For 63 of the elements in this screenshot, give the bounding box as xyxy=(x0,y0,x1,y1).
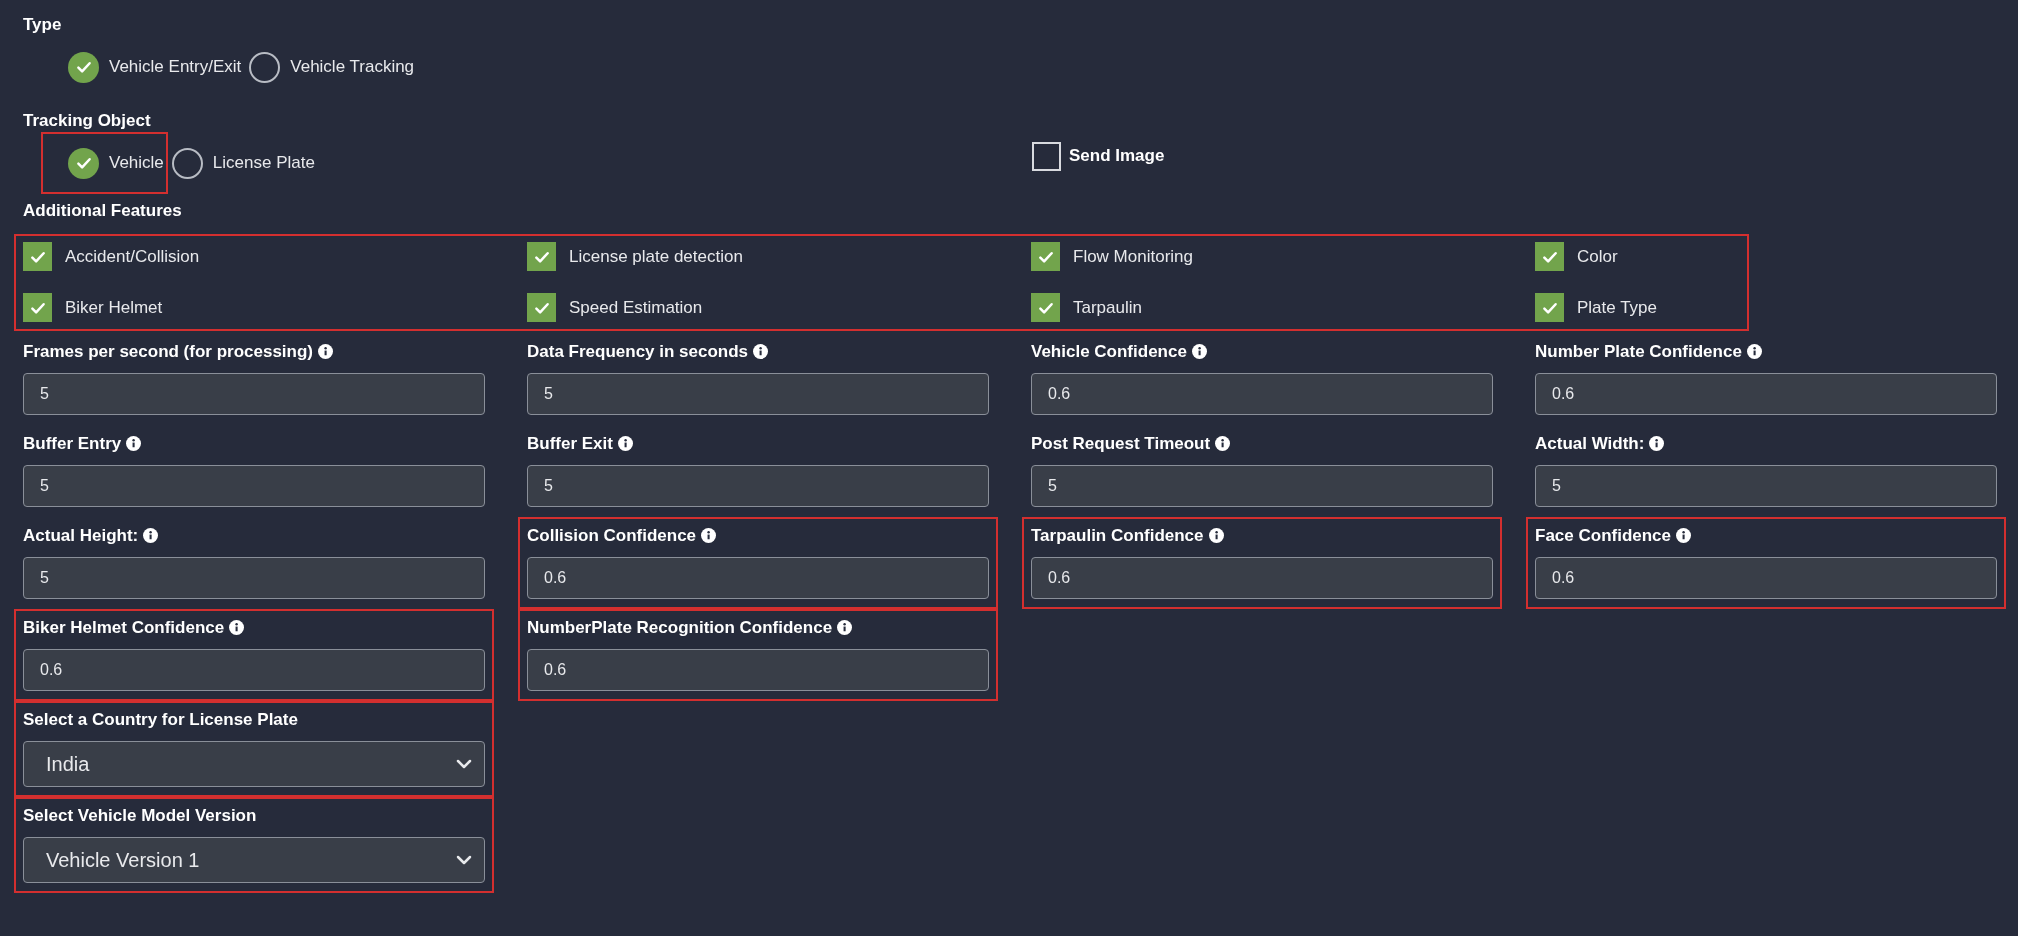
checkbox[interactable] xyxy=(527,242,556,271)
checkbox[interactable] xyxy=(1535,293,1564,322)
checkbox[interactable] xyxy=(527,293,556,322)
field-label: Post Request Timeout xyxy=(1031,432,1211,455)
field-label: Tarpaulin Confidence xyxy=(1031,524,1204,547)
checkbox[interactable] xyxy=(23,242,52,271)
input-field[interactable]: 0.6 xyxy=(527,556,989,599)
field-label: Select a Country for License Plate xyxy=(23,708,298,731)
input-field[interactable]: 0.6 xyxy=(1031,372,1493,415)
field-label: Actual Width: xyxy=(1535,432,1645,455)
field-label: Actual Height: xyxy=(23,524,139,547)
chevron-down-icon xyxy=(456,854,472,865)
checkbox-label: Tarpaulin xyxy=(1073,296,1142,319)
checkbox[interactable] xyxy=(1031,242,1060,271)
input-field[interactable]: 0.6 xyxy=(1535,556,1997,599)
radio-button[interactable] xyxy=(68,147,99,179)
dropdown[interactable]: Vehicle Version 1 xyxy=(23,836,485,883)
checkbox-label: Plate Type xyxy=(1577,296,1658,319)
section-label: Additional Features xyxy=(23,200,182,222)
checkbox-label: Biker Helmet xyxy=(65,296,163,319)
radio-label: Vehicle Tracking xyxy=(290,56,415,79)
checkbox-label: Color xyxy=(1577,245,1618,268)
input-field[interactable]: 5 xyxy=(527,464,989,507)
radio-button[interactable] xyxy=(68,51,99,83)
input-field[interactable]: 5 xyxy=(527,372,989,415)
radio-label: Vehicle xyxy=(109,152,164,175)
radio-label: License Plate xyxy=(212,152,315,175)
section-label: Tracking Object xyxy=(23,110,151,132)
field-label: Collision Confidence xyxy=(527,524,697,547)
checkbox-label: Flow Monitoring xyxy=(1073,245,1193,268)
field-label: Vehicle Confidence xyxy=(1031,340,1187,363)
checkbox[interactable] xyxy=(1031,293,1060,322)
field-label: Data Frequency in seconds xyxy=(527,340,749,363)
input-field[interactable]: 0.6 xyxy=(527,648,989,691)
input-field[interactable]: 0.6 xyxy=(23,648,485,691)
input-field[interactable]: 0.6 xyxy=(1535,372,1997,415)
chevron-down-icon xyxy=(456,758,472,769)
field-label: NumberPlate Recognition Confidence xyxy=(527,616,833,639)
input-field[interactable]: 5 xyxy=(1031,464,1493,507)
field-label: Biker Helmet Confidence xyxy=(23,616,225,639)
checkbox-label: Send Image xyxy=(1069,145,1165,168)
input-field[interactable]: 5 xyxy=(23,556,485,599)
field-label: Frames per second (for processing) xyxy=(23,340,314,363)
radio-button[interactable] xyxy=(249,51,281,83)
input-field[interactable]: 0.6 xyxy=(1031,556,1493,599)
input-field[interactable]: 5 xyxy=(1535,464,1997,507)
radio-button[interactable] xyxy=(171,147,203,179)
input-field[interactable]: 5 xyxy=(23,372,485,415)
dropdown[interactable]: India xyxy=(23,740,485,787)
checkbox[interactable] xyxy=(1535,242,1564,271)
field-label: Number Plate Confidence xyxy=(1535,340,1742,363)
field-label: Buffer Entry xyxy=(23,432,122,455)
checkbox-label: License plate detection xyxy=(569,245,743,268)
checkbox[interactable] xyxy=(1032,141,1061,171)
field-label: Face Confidence xyxy=(1535,524,1672,547)
checkbox-label: Accident/Collision xyxy=(65,245,200,268)
field-label: Buffer Exit xyxy=(527,432,613,455)
input-field[interactable]: 5 xyxy=(23,464,485,507)
checkbox-label: Speed Estimation xyxy=(569,296,703,319)
radio-label: Vehicle Entry/Exit xyxy=(109,56,242,79)
field-label: Select Vehicle Model Version xyxy=(23,804,257,827)
checkbox[interactable] xyxy=(23,293,52,322)
section-label: Type xyxy=(23,14,62,36)
